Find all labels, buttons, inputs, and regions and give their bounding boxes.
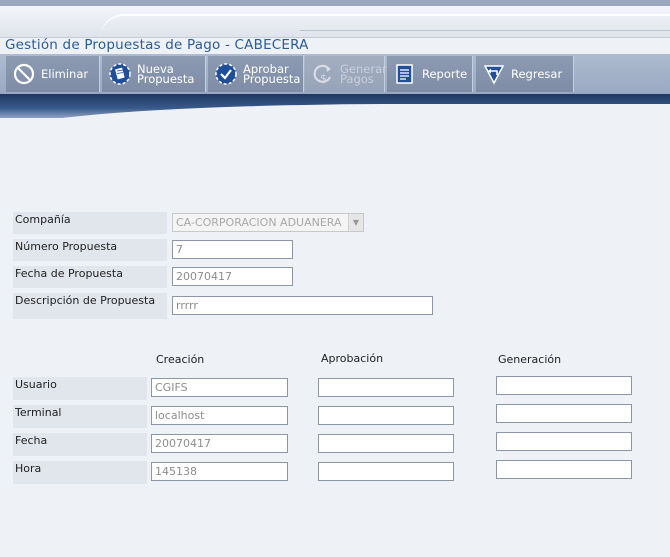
aprobar-propuesta-button[interactable]: Aprobar Propuesta [208, 56, 304, 92]
row-label-fecha: Fecha [13, 433, 147, 456]
row-label-usuario: Usuario [13, 377, 147, 400]
header-blue-band [0, 94, 670, 134]
hora-creacion-field[interactable]: 145138 [151, 462, 288, 481]
reporte-label: Reporte [422, 67, 468, 81]
chevron-down-icon[interactable]: ▼ [348, 214, 363, 231]
terminal-aprobacion-field[interactable] [318, 406, 454, 425]
approve-gear-icon [215, 63, 237, 85]
generar-pagos-label: Generar Pagos [340, 62, 387, 86]
fecha-propuesta-label: Fecha de Propuesta [13, 266, 167, 288]
row-label-hora: Hora [13, 461, 147, 484]
terminal-creacion-field[interactable]: localhost [151, 406, 288, 425]
usuario-generacion-field[interactable] [496, 376, 632, 395]
eliminar-button[interactable]: Eliminar [6, 56, 100, 92]
column-header-generacion: Generación [498, 353, 562, 366]
usuario-aprobacion-field[interactable] [318, 378, 454, 397]
compania-select-value: CA-CORPORACION ADUANERA [176, 216, 342, 229]
usuario-creacion-field[interactable]: CGIFS [151, 378, 288, 397]
no-entry-icon [13, 63, 35, 85]
header-band [0, 6, 670, 38]
nueva-propuesta-button[interactable]: Nueva Propuesta [102, 56, 206, 92]
numero-propuesta-label: Número Propuesta [13, 239, 167, 261]
terminal-generacion-field[interactable] [496, 404, 632, 423]
toolbar: Eliminar Nueva Propuesta Aprobar Propues… [0, 54, 670, 94]
column-header-creacion: Creación [156, 353, 205, 366]
aprobar-propuesta-label: Aprobar Propuesta [243, 62, 301, 86]
hora-generacion-field[interactable] [496, 460, 632, 479]
compania-select[interactable]: CA-CORPORACION ADUANERA ▼ [172, 213, 364, 232]
fecha-propuesta-field[interactable]: 20070417 [172, 267, 293, 286]
header-decoration [100, 14, 670, 37]
fecha-aprobacion-field[interactable] [318, 434, 454, 453]
fecha-generacion-field[interactable] [496, 432, 632, 451]
descripcion-propuesta-label: Descripción de Propuesta [13, 293, 167, 319]
row-label-terminal: Terminal [13, 405, 147, 428]
new-document-gear-icon [109, 63, 131, 85]
header-decoration-line [300, 30, 670, 31]
nueva-propuesta-label: Nueva Propuesta [137, 62, 195, 86]
fecha-creacion-field[interactable]: 20070417 [151, 434, 288, 453]
eliminar-label: Eliminar [41, 67, 89, 81]
back-arrow-icon [483, 65, 505, 85]
numero-propuesta-field[interactable]: 7 [172, 240, 293, 259]
reporte-button[interactable]: Reporte [387, 56, 473, 92]
svg-text:$: $ [320, 72, 327, 85]
blue-band-curve [0, 104, 670, 134]
descripcion-propuesta-field[interactable]: rrrrr [172, 296, 433, 315]
column-header-aprobacion: Aprobación [321, 352, 384, 365]
regresar-label: Regresar [511, 67, 563, 81]
dollar-refresh-icon: $ [313, 64, 332, 85]
page-title: Gestión de Propuestas de Pago - CABECERA [5, 37, 309, 53]
generar-pagos-button[interactable]: $ Generar Pagos [305, 56, 387, 92]
compania-label: Compañía [13, 212, 167, 234]
hora-aprobacion-field[interactable] [318, 462, 454, 481]
report-icon [396, 64, 413, 84]
regresar-button[interactable]: Regresar [476, 56, 574, 92]
